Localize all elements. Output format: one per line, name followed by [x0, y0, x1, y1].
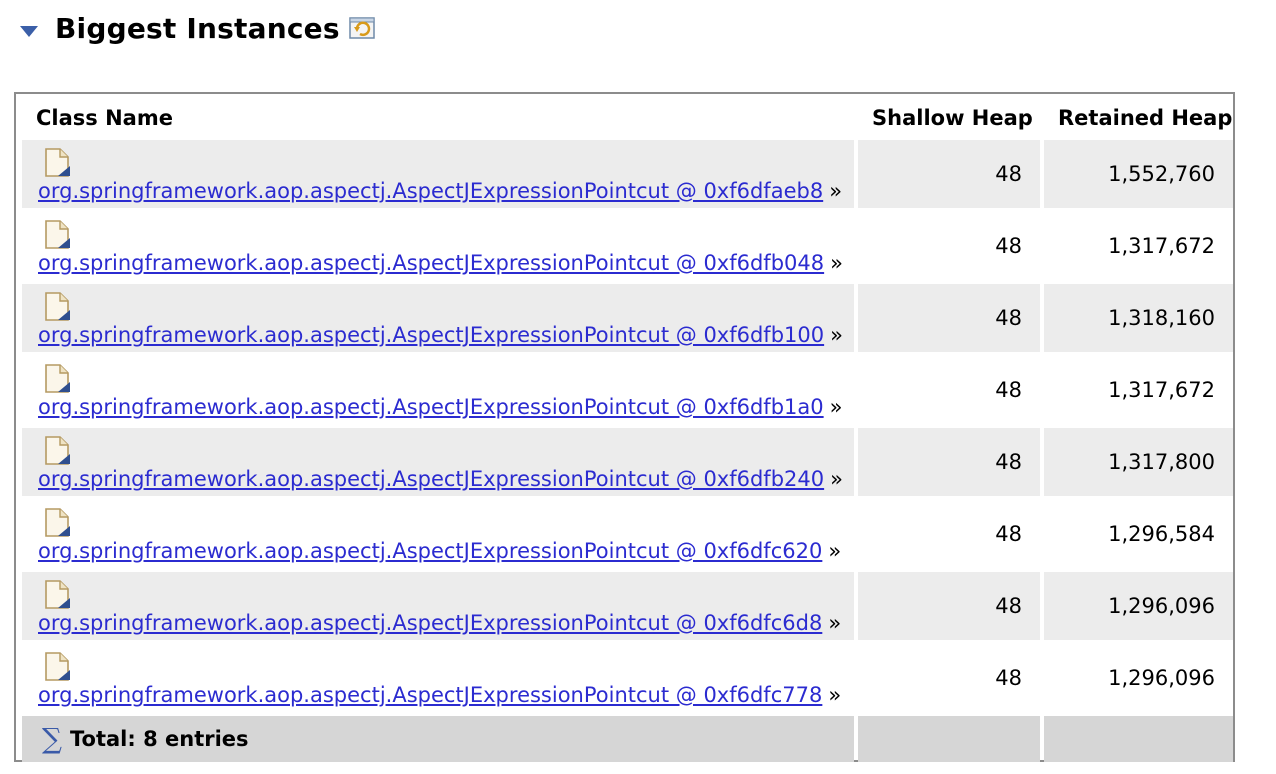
more-menu-glyph[interactable]: »	[828, 683, 841, 707]
table-row[interactable]: org.springframework.aop.aspectj.AspectJE…	[22, 356, 1233, 424]
table-row[interactable]: org.springframework.aop.aspectj.AspectJE…	[22, 644, 1233, 712]
instance-link[interactable]: org.springframework.aop.aspectj.AspectJE…	[38, 179, 823, 203]
table-row[interactable]: org.springframework.aop.aspectj.AspectJE…	[22, 428, 1233, 496]
more-menu-glyph[interactable]: »	[828, 611, 841, 635]
retained-heap-cell: 1,318,160	[1044, 284, 1233, 352]
total-shallow-cell	[858, 716, 1040, 762]
retained-heap-cell: 1,552,760	[1044, 140, 1233, 208]
instance-link[interactable]: org.springframework.aop.aspectj.AspectJE…	[38, 539, 822, 563]
document-object-icon	[44, 580, 72, 610]
column-header-class-name[interactable]: Class Name	[22, 98, 854, 136]
total-label: Total: 8 entries	[70, 727, 249, 751]
retained-heap-cell: 1,317,800	[1044, 428, 1233, 496]
shallow-heap-cell: 48	[995, 234, 1022, 258]
column-header-shallow-heap[interactable]: Shallow Heap	[858, 98, 1040, 136]
refresh-icon[interactable]	[348, 14, 378, 42]
retained-heap-cell: 1,296,096	[1108, 666, 1215, 690]
shallow-heap-cell: 48	[995, 378, 1022, 402]
document-object-icon	[44, 652, 72, 682]
biggest-instances-table: Class Name Shallow Heap Retained Heap or…	[14, 92, 1235, 762]
document-object-icon	[44, 508, 72, 538]
more-menu-glyph[interactable]: »	[830, 323, 843, 347]
instances-table: Class Name Shallow Heap Retained Heap or…	[18, 94, 1237, 766]
retained-heap-cell: 1,296,584	[1108, 522, 1215, 546]
shallow-heap-cell: 48	[858, 284, 1040, 352]
total-row: ∑ Total: 8 entries	[22, 716, 1233, 762]
section-title: Biggest Instances	[55, 11, 340, 45]
instance-link[interactable]: org.springframework.aop.aspectj.AspectJE…	[38, 323, 824, 347]
document-object-icon	[44, 220, 72, 250]
shallow-heap-cell: 48	[995, 666, 1022, 690]
document-object-icon	[44, 436, 72, 466]
instance-link[interactable]: org.springframework.aop.aspectj.AspectJE…	[38, 251, 824, 275]
table-row[interactable]: org.springframework.aop.aspectj.AspectJE…	[22, 284, 1233, 352]
section-header: Biggest Instances	[20, 10, 378, 46]
sigma-icon: ∑	[42, 722, 62, 755]
more-menu-glyph[interactable]: »	[830, 395, 843, 419]
retained-heap-cell: 1,317,672	[1108, 234, 1215, 258]
more-menu-glyph[interactable]: »	[830, 467, 843, 491]
document-object-icon	[44, 364, 72, 394]
more-menu-glyph[interactable]: »	[828, 539, 841, 563]
instance-link[interactable]: org.springframework.aop.aspectj.AspectJE…	[38, 611, 822, 635]
shallow-heap-cell: 48	[858, 428, 1040, 496]
table-row[interactable]: org.springframework.aop.aspectj.AspectJE…	[22, 140, 1233, 208]
instance-link[interactable]: org.springframework.aop.aspectj.AspectJE…	[38, 395, 824, 419]
total-retained-cell	[1044, 716, 1233, 762]
shallow-heap-cell: 48	[858, 572, 1040, 640]
instance-link[interactable]: org.springframework.aop.aspectj.AspectJE…	[38, 467, 824, 491]
shallow-heap-cell: 48	[858, 140, 1040, 208]
table-row[interactable]: org.springframework.aop.aspectj.AspectJE…	[22, 572, 1233, 640]
shallow-heap-cell: 48	[995, 522, 1022, 546]
retained-heap-cell: 1,296,096	[1044, 572, 1233, 640]
table-row[interactable]: org.springframework.aop.aspectj.AspectJE…	[22, 212, 1233, 280]
document-object-icon	[44, 148, 72, 178]
instance-link[interactable]: org.springframework.aop.aspectj.AspectJE…	[38, 683, 822, 707]
triangle-down-icon[interactable]	[20, 25, 38, 37]
document-object-icon	[44, 292, 72, 322]
table-row[interactable]: org.springframework.aop.aspectj.AspectJE…	[22, 500, 1233, 568]
more-menu-glyph[interactable]: »	[830, 251, 843, 275]
column-header-retained-heap[interactable]: Retained Heap	[1044, 98, 1233, 136]
more-menu-glyph[interactable]: »	[829, 179, 842, 203]
retained-heap-cell: 1,317,672	[1108, 378, 1215, 402]
